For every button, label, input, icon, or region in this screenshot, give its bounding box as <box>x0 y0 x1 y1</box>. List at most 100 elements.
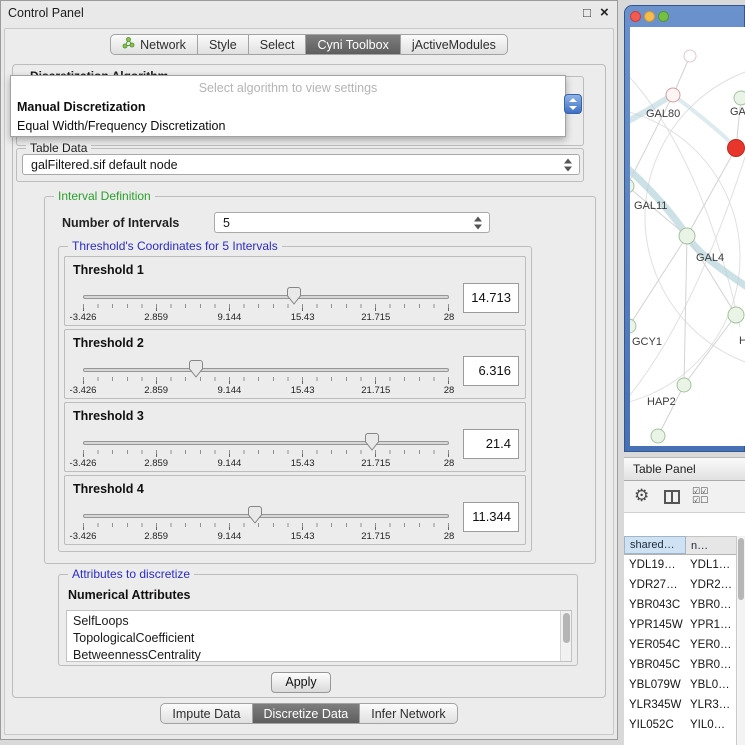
slider-track[interactable] <box>83 368 449 372</box>
table-columns-icon[interactable] <box>664 490 680 509</box>
slider-track[interactable] <box>83 441 449 445</box>
list-item[interactable]: SelfLoops <box>73 613 571 630</box>
top-tab-strip: Network Style Select Cyni Toolbox jActiv… <box>0 34 618 55</box>
table-data-select[interactable]: galFiltered.sif default node <box>22 154 580 175</box>
dropdown-option[interactable]: Equal Width/Frequency Discretization <box>11 117 565 136</box>
table-cell[interactable]: YBR043C <box>624 599 686 611</box>
table-cell[interactable]: YER054C <box>624 639 686 651</box>
mac-zoom-button[interactable] <box>658 11 669 22</box>
table-cell[interactable]: YER0… <box>686 639 736 651</box>
threshold-slider[interactable]: -3.4262.8599.14415.4321.71528 <box>83 293 449 325</box>
selected-value: galFiltered.sif default node <box>31 155 178 174</box>
tab-infer-network[interactable]: Infer Network <box>360 703 457 724</box>
dropdown-option[interactable]: Manual Discretization <box>11 98 565 117</box>
table-cell[interactable]: YBR0… <box>686 599 736 611</box>
table-row[interactable]: YIL052CYIL0… <box>624 715 736 735</box>
attributes-scrollbar[interactable] <box>560 611 571 661</box>
tab-jactivemodules[interactable]: jActiveModules <box>401 34 508 55</box>
node-label: GAL4 <box>696 252 724 264</box>
select-rows-icon[interactable]: ☑☑☑☐ <box>692 487 708 505</box>
table-row[interactable]: YLR345WYLR3… <box>624 695 736 715</box>
tab-select[interactable]: Select <box>249 34 307 55</box>
node[interactable] <box>734 91 745 105</box>
slider-handle[interactable] <box>365 433 379 451</box>
table-row[interactable]: YDR27…YDR2… <box>624 575 736 595</box>
threshold-value-field[interactable]: 11.344 <box>463 502 519 532</box>
node[interactable] <box>728 307 744 323</box>
tab-network[interactable]: Network <box>110 34 198 55</box>
table-cell[interactable]: YLR3… <box>686 699 736 711</box>
tab-cyni-toolbox[interactable]: Cyni Toolbox <box>306 34 400 55</box>
table-cell[interactable]: YBL079W <box>624 679 686 691</box>
node-hap2[interactable] <box>677 378 691 392</box>
threshold-panel: Threshold 3 -3.4262.8599.14415.4321.7152… <box>64 402 526 472</box>
threshold-value-field[interactable]: 6.316 <box>463 356 519 386</box>
table-row[interactable]: YBR045CYBR0… <box>624 655 736 675</box>
node[interactable] <box>684 50 696 62</box>
table-cell[interactable]: YDR27… <box>624 579 686 591</box>
tick-label: 28 <box>444 312 455 323</box>
algorithm-combo-stepper[interactable] <box>564 94 582 114</box>
threshold-slider[interactable]: -3.4262.8599.14415.4321.71528 <box>83 439 449 471</box>
close-icon[interactable]: × <box>600 4 609 21</box>
tab-impute-data[interactable]: Impute Data <box>160 703 252 724</box>
table-cell[interactable]: YDR2… <box>686 579 736 591</box>
node-selected-red[interactable] <box>728 140 745 157</box>
threshold-panel: Threshold 2 -3.4262.8599.14415.4321.7152… <box>64 329 526 399</box>
table-cell[interactable]: YBR0… <box>686 659 736 671</box>
mac-close-button[interactable] <box>630 11 641 22</box>
num-intervals-select[interactable]: 5 <box>214 212 490 233</box>
tab-style[interactable]: Style <box>198 34 249 55</box>
node-label: GAL80 <box>646 108 680 120</box>
tab-label: Infer Network <box>371 707 445 721</box>
node-gal80[interactable] <box>666 88 680 102</box>
table-row[interactable]: YBL079WYBL0… <box>624 675 736 695</box>
table-cell[interactable]: YPR145W <box>624 619 686 631</box>
threshold-slider[interactable]: -3.4262.8599.14415.4321.71528 <box>83 366 449 398</box>
up-arrow-icon <box>569 98 577 102</box>
down-arrow-icon <box>569 106 577 110</box>
tab-discretize-data[interactable]: Discretize Data <box>253 703 361 724</box>
table-row[interactable]: YPR145WYPR1… <box>624 615 736 635</box>
tab-label: Select <box>260 38 295 52</box>
scrollbar-thumb[interactable] <box>563 613 570 643</box>
threshold-value-field[interactable]: 21.4 <box>463 429 519 459</box>
node-gcy1[interactable] <box>630 319 636 333</box>
table-cell[interactable]: YIL052C <box>624 719 686 731</box>
table-cell[interactable]: YPR1… <box>686 619 736 631</box>
table-row[interactable]: YER054CYER0… <box>624 635 736 655</box>
table-cell[interactable]: YBR045C <box>624 659 686 671</box>
node-gal4[interactable] <box>679 228 695 244</box>
threshold-slider[interactable]: -3.4262.8599.14415.4321.71528 <box>83 512 449 544</box>
table-cell[interactable]: YLR345W <box>624 699 686 711</box>
slider-handle[interactable] <box>189 360 203 378</box>
tab-label: Cyni Toolbox <box>317 38 388 52</box>
column-header[interactable]: shared… <box>624 536 686 554</box>
list-item[interactable]: TopologicalCoefficient <box>73 630 571 647</box>
table-row[interactable]: YBR043CYBR0… <box>624 595 736 615</box>
slider-track[interactable] <box>83 514 449 518</box>
slider-track[interactable] <box>83 295 449 299</box>
scrollbar-thumb[interactable] <box>738 538 744 600</box>
group-title: Interval Definition <box>54 189 155 203</box>
slider-handle[interactable] <box>287 287 301 305</box>
algorithm-dropdown-list: Select algorithm to view settings Manual… <box>10 75 566 137</box>
table-cell[interactable]: YIL0… <box>686 719 736 731</box>
network-canvas[interactable]: GAL80 GA GAL11 GAL4 GCY1 H HAP2 <box>630 27 745 446</box>
slider-handle[interactable] <box>248 506 262 524</box>
float-window-icon[interactable]: □ <box>583 5 591 20</box>
table-cell[interactable]: YBL0… <box>686 679 736 691</box>
table-row[interactable]: YDL19…YDL1… <box>624 555 736 575</box>
table-scrollbar[interactable] <box>736 536 745 745</box>
mac-minimize-button[interactable] <box>644 11 655 22</box>
stepper-icon <box>564 158 573 171</box>
list-item[interactable]: BetweennessCentrality <box>73 647 571 662</box>
table-cell[interactable]: YDL19… <box>624 559 686 571</box>
column-header[interactable]: n… <box>686 536 736 554</box>
threshold-value-field[interactable]: 14.713 <box>463 283 519 313</box>
apply-button[interactable]: Apply <box>271 672 331 693</box>
node[interactable] <box>651 429 665 443</box>
gear-icon[interactable]: ⚙ <box>634 486 649 506</box>
table-panel-toolbar: ⚙ ☑☑☑☐ <box>624 481 745 513</box>
table-cell[interactable]: YDL1… <box>686 559 736 571</box>
